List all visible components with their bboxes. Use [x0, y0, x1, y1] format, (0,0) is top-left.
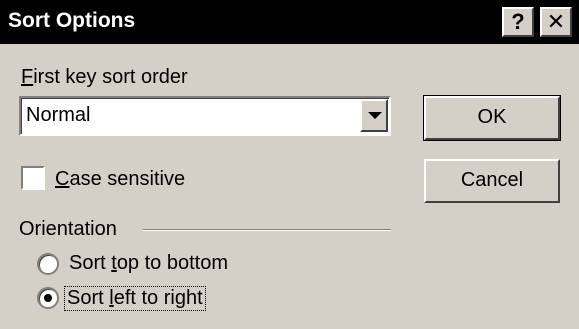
first-key-dropdown[interactable]: Normal [19, 96, 391, 136]
radio-top-to-bottom-label[interactable]: Sort top to bottom [69, 252, 228, 275]
option-text-post: eft to right [113, 287, 203, 309]
option-text-post: op to bottom [116, 252, 228, 274]
ok-button[interactable]: OK [423, 95, 561, 141]
chevron-down-icon[interactable] [360, 99, 388, 132]
first-key-label-accel: F [21, 66, 34, 88]
radio-left-to-right-label[interactable]: Sort left to right [64, 286, 206, 311]
cancel-button[interactable]: Cancel [424, 159, 560, 203]
orientation-group-label: Orientation [19, 218, 117, 240]
first-key-label: First key sort order [21, 66, 188, 89]
orientation-group-divider [143, 229, 391, 231]
case-sensitive-label-rest: ase sensitive [69, 168, 186, 190]
radio-top-to-bottom[interactable] [37, 253, 59, 275]
case-sensitive-label[interactable]: Case sensitive [55, 168, 185, 191]
case-sensitive-checkbox[interactable] [21, 166, 45, 190]
radio-selected-dot [44, 294, 52, 302]
first-key-value: Normal [26, 104, 91, 126]
title-bar: Sort Options ? ✕ [0, 0, 579, 44]
help-button[interactable]: ? [502, 7, 534, 37]
radio-left-to-right[interactable] [37, 287, 59, 309]
first-key-label-rest: irst key sort order [33, 66, 188, 88]
close-button[interactable]: ✕ [540, 7, 572, 37]
dialog-body: First key sort order Normal OK Cancel Ca… [0, 44, 579, 329]
option-text-pre: Sort [69, 252, 112, 274]
dialog-title: Sort Options [8, 9, 136, 32]
option-text-pre: Sort [67, 287, 110, 309]
case-sensitive-label-accel: C [55, 168, 70, 190]
